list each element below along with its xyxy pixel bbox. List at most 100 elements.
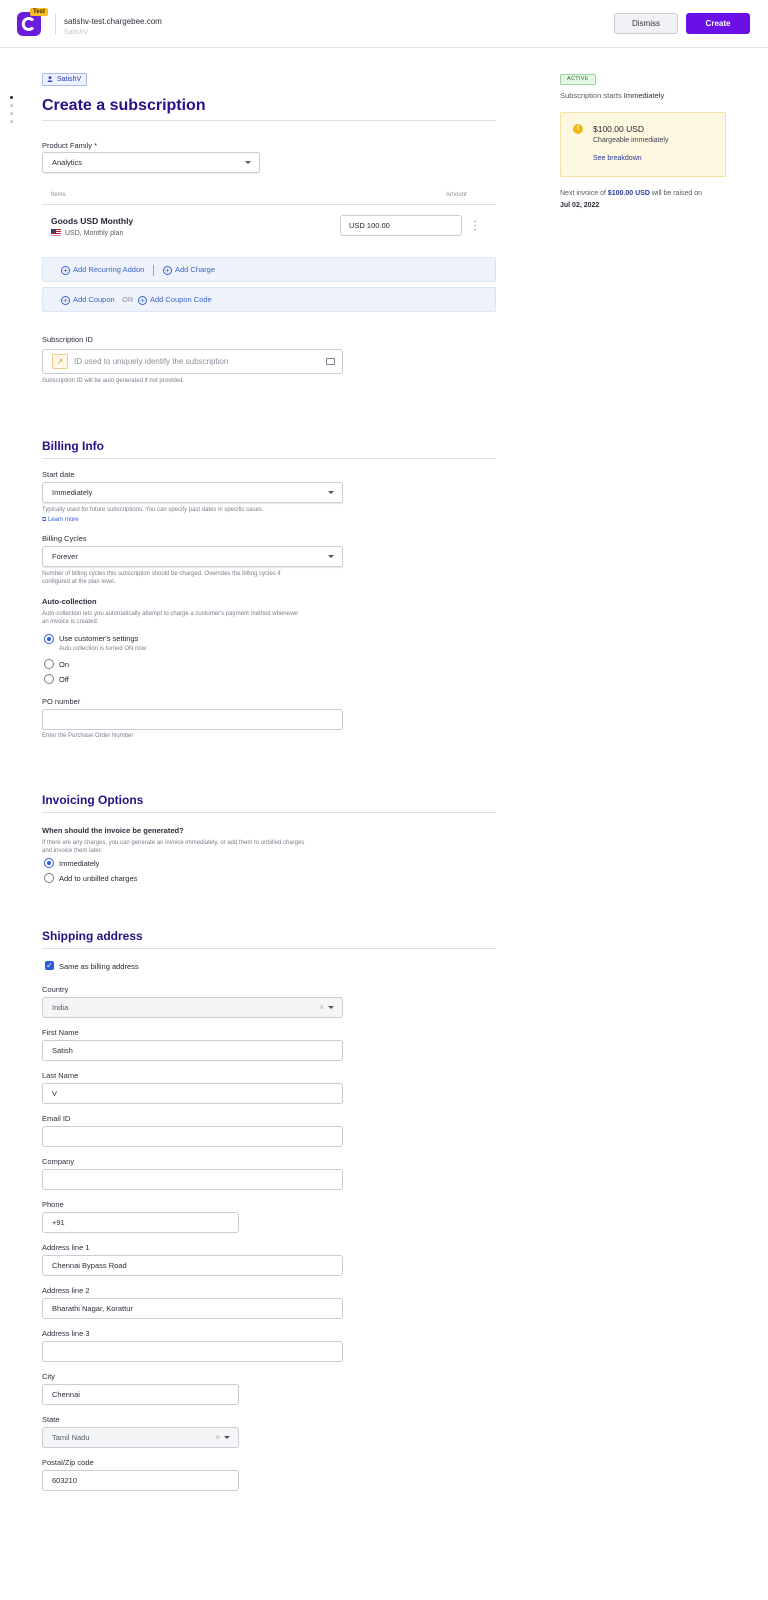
item-name[interactable]: Goods USD Monthly — [51, 216, 133, 226]
nav-dot[interactable] — [10, 104, 13, 107]
auto-collection-label: Auto-collection — [42, 597, 97, 606]
last-name-input[interactable]: V — [42, 1083, 343, 1104]
subscription-id-placeholder: ID used to uniquely identify the subscri… — [74, 357, 229, 366]
radio-off[interactable] — [44, 674, 54, 684]
header-divider — [55, 13, 56, 35]
invoicing-options-heading: Invoicing Options — [42, 793, 144, 807]
postal-code-input[interactable]: 603210 — [42, 1470, 239, 1491]
radio-use-customer-settings[interactable] — [44, 634, 54, 644]
dismiss-button[interactable]: Dismiss — [614, 13, 678, 34]
city-input[interactable]: Chennai — [42, 1384, 239, 1405]
use-customer-settings-label[interactable]: Use customer's settings — [59, 634, 138, 643]
top-bar: Test satishv-test.chargebee.com SatishV … — [0, 0, 768, 48]
customer-chip[interactable]: SatishV — [42, 73, 88, 86]
po-number-input[interactable] — [42, 709, 343, 730]
us-flag-icon — [51, 229, 61, 236]
same-as-billing-label[interactable]: Same as billing address — [59, 962, 139, 971]
on-label[interactable]: On — [59, 660, 69, 669]
plus-circle-icon: + — [61, 266, 70, 275]
billing-info-heading: Billing Info — [42, 439, 104, 453]
status-badge: ACTIVE — [560, 74, 596, 85]
company-label: Company — [42, 1157, 75, 1166]
subscription-id-help: Subscription ID will be auto generated i… — [42, 378, 185, 384]
first-name-input[interactable]: Satish — [42, 1040, 343, 1061]
section-nav-dots[interactable] — [10, 96, 13, 128]
item-amount-input[interactable]: USD 100.00 — [340, 215, 462, 236]
start-date-help: Typically used for future subscriptions.… — [42, 507, 264, 513]
address-line-3-input[interactable] — [42, 1341, 343, 1362]
see-breakdown-link[interactable]: See breakdown — [593, 155, 642, 162]
add-to-unbilled-label[interactable]: Add to unbilled charges — [59, 874, 137, 883]
nav-dot[interactable] — [10, 120, 13, 123]
start-date-select[interactable]: Immediately — [42, 482, 343, 503]
shipping-address-heading: Shipping address — [42, 929, 143, 943]
plus-circle-icon: + — [163, 266, 172, 275]
address-line-1-input[interactable]: Chennai Bypass Road — [42, 1255, 343, 1276]
radio-add-to-unbilled[interactable] — [44, 873, 54, 883]
off-label[interactable]: Off — [59, 675, 69, 684]
state-label: State — [42, 1415, 60, 1424]
user-icon — [47, 76, 53, 82]
subscription-id-label: Subscription ID — [42, 335, 93, 344]
start-date-label: Start date — [42, 470, 75, 479]
company-input[interactable] — [42, 1169, 343, 1190]
site-name[interactable]: satishv-test.chargebee.com — [64, 17, 162, 26]
page-title: Create a subscription — [42, 97, 206, 114]
shipping-divider — [42, 948, 496, 949]
product-family-select[interactable]: Analytics — [42, 152, 260, 173]
country-value: India — [52, 1003, 69, 1012]
phone-label: Phone — [42, 1200, 64, 1209]
add-charge-button[interactable]: + Add Charge — [163, 258, 215, 281]
test-badge: Test — [30, 8, 48, 16]
add-recurring-addon-button[interactable]: + Add Recurring Addon — [61, 258, 144, 281]
email-input[interactable] — [42, 1126, 343, 1147]
phone-input[interactable]: +91 — [42, 1212, 239, 1233]
last-name-label: Last Name — [42, 1071, 79, 1080]
po-number-help: Enter the Purchase Order Number — [42, 733, 134, 739]
addon-actions-bar: + Add Recurring Addon + Add Charge — [42, 257, 496, 282]
city-label: City — [42, 1372, 55, 1381]
state-select[interactable]: Tamil Nadu × — [42, 1427, 239, 1448]
table-row: Goods USD Monthly USD, Monthly plan USD … — [42, 204, 496, 246]
radio-on[interactable] — [44, 659, 54, 669]
chevron-down-icon — [224, 1436, 230, 1439]
auto-collection-status: Auto collection is turned ON now — [59, 646, 147, 652]
address-line-2-label: Address line 2 — [42, 1286, 90, 1295]
chevron-down-icon — [328, 555, 334, 558]
radio-invoice-immediately[interactable] — [44, 858, 54, 868]
add-coupon-button[interactable]: + Add Coupon — [61, 288, 115, 311]
warning-icon: ! — [573, 124, 583, 134]
product-family-label: Product Family * — [42, 141, 98, 150]
state-value: Tamil Nadu — [52, 1433, 90, 1442]
invoice-question: When should the invoice be generated? — [42, 826, 184, 835]
address-line-1-label: Address line 1 — [42, 1243, 90, 1252]
start-date-value: Immediately — [52, 488, 93, 497]
plus-circle-icon: + — [138, 296, 147, 305]
nav-dot[interactable] — [10, 112, 13, 115]
key-icon: ↗ — [52, 354, 68, 369]
charge-summary-box: ! $100.00 USD Chargeable immediately See… — [560, 112, 726, 177]
address-line-2-input[interactable]: Bharathi Nagar, Korattur — [42, 1298, 343, 1319]
nav-dot-active[interactable] — [10, 96, 13, 99]
postal-code-label: Postal/Zip code — [42, 1458, 94, 1467]
add-coupon-code-button[interactable]: + Add Coupon Code — [138, 288, 212, 311]
learn-more-link[interactable]: ⧉ Learn more — [42, 516, 79, 524]
subscription-start-text: Subscription starts Immediately — [560, 91, 665, 100]
id-card-icon[interactable] — [326, 358, 335, 365]
title-divider — [42, 120, 496, 121]
subscription-id-input[interactable]: ↗ ID used to uniquely identify the subsc… — [42, 349, 343, 374]
same-as-billing-checkbox[interactable]: ✓ — [45, 961, 54, 970]
create-button[interactable]: Create — [686, 13, 750, 34]
billing-cycles-value: Forever — [52, 552, 78, 561]
clear-icon[interactable]: × — [215, 1428, 220, 1447]
clear-icon[interactable]: × — [319, 998, 324, 1017]
invoice-help: If there are any charges, you can genera… — [42, 840, 305, 854]
country-select[interactable]: India × — [42, 997, 343, 1018]
first-name-label: First Name — [42, 1028, 79, 1037]
item-details: USD, Monthly plan — [51, 229, 123, 237]
billing-cycles-select[interactable]: Forever — [42, 546, 343, 567]
invoicing-divider — [42, 812, 496, 813]
more-options-icon[interactable]: · · · — [473, 217, 477, 235]
coupon-actions-bar: + Add Coupon OR + Add Coupon Code — [42, 287, 496, 312]
invoice-immediately-label[interactable]: Immediately — [59, 859, 99, 868]
